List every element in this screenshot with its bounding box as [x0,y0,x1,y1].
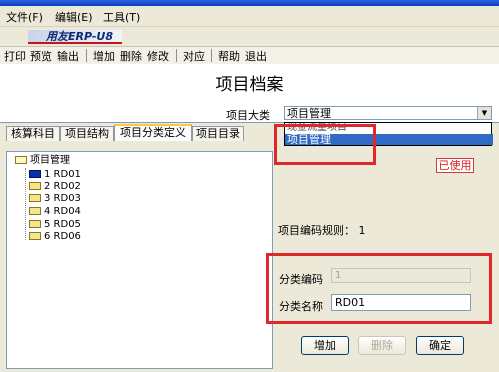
tab-project-structure[interactable]: 项目结构 [60,126,114,141]
tree-root-label: 项目管理 [30,155,70,166]
print-button[interactable]: 打印 [4,48,26,64]
tree-item[interactable]: 2 RD02 [29,181,81,193]
export-button[interactable]: 输出 [57,48,79,64]
tree-item[interactable]: 5 RD05 [29,219,81,231]
category-select-value: 项目管理 [287,107,331,120]
open-folder-icon [15,156,27,164]
tree-root[interactable]: 项目管理 [15,155,70,167]
chevron-down-icon[interactable]: ▼ [477,107,491,119]
folder-icon [29,232,41,240]
delete-button[interactable]: 删除 [358,336,406,355]
add-button-toolbar[interactable]: 增加 [93,48,115,64]
logo-text: 用友ERP-U8 [46,30,114,43]
classification-tree: 项目管理 1 RD01 2 RD02 3 RD03 4 RD04 5 RD05 … [6,151,273,369]
brand-strip: 用友ERP-U8 [0,26,499,47]
category-label: 项目大类 [226,109,270,122]
status-badge: 已使用 [436,158,474,173]
code-rule-text: 项目编码规则： 1 [278,224,366,237]
tree-item-label: 1 RD01 [44,169,81,180]
tree-item-label: 5 RD05 [44,219,81,230]
menu-edit[interactable]: 编辑(E) [55,9,93,25]
tree-item[interactable]: 4 RD04 [29,206,81,218]
tree-item-label: 6 RD06 [44,231,81,242]
folder-icon [29,170,41,178]
modify-button[interactable]: 修改 [147,48,169,64]
exit-button[interactable]: 退出 [245,48,267,64]
folder-icon [29,182,41,190]
menu-tools[interactable]: 工具(T) [103,9,140,25]
mapping-button[interactable]: 对应 [183,48,205,64]
tree-connector [25,168,26,240]
tab-project-directory[interactable]: 项目目录 [192,126,244,141]
add-button[interactable]: 增加 [301,336,349,355]
confirm-button[interactable]: 确定 [416,336,464,355]
tree-item[interactable]: 1 RD01 [29,169,81,181]
page-title: 项目档案 [215,75,284,95]
toolbar-separator [176,49,177,62]
tab-accounting-subject[interactable]: 核算科目 [6,126,60,141]
menu-bar: 文件(F) 编辑(E) 工具(T) [0,6,499,26]
tree-item[interactable]: 6 RD06 [29,231,81,243]
tree-item-label: 2 RD02 [44,181,81,192]
menu-file[interactable]: 文件(F) [6,9,43,25]
highlight-box-dropdown [274,124,376,165]
toolbar-separator [86,49,87,62]
folder-icon [29,220,41,228]
delete-button-toolbar[interactable]: 删除 [120,48,142,64]
preview-button[interactable]: 预览 [30,48,52,64]
category-select[interactable]: 项目管理 ▼ [284,106,492,120]
tree-item[interactable]: 3 RD03 [29,193,81,205]
tree-item-label: 3 RD03 [44,193,81,204]
help-button[interactable]: 帮助 [218,48,240,64]
toolbar-separator [211,49,212,62]
yonyou-logo: 用友ERP-U8 [28,30,122,44]
highlight-box-form [266,253,492,324]
folder-icon [29,207,41,215]
tree-item-label: 4 RD04 [44,206,81,217]
toolbar: 打印 预览 输出 增加 删除 修改 对应 帮助 退出 [0,46,499,65]
folder-icon [29,194,41,202]
tab-classification-definition[interactable]: 项目分类定义 [114,124,192,141]
